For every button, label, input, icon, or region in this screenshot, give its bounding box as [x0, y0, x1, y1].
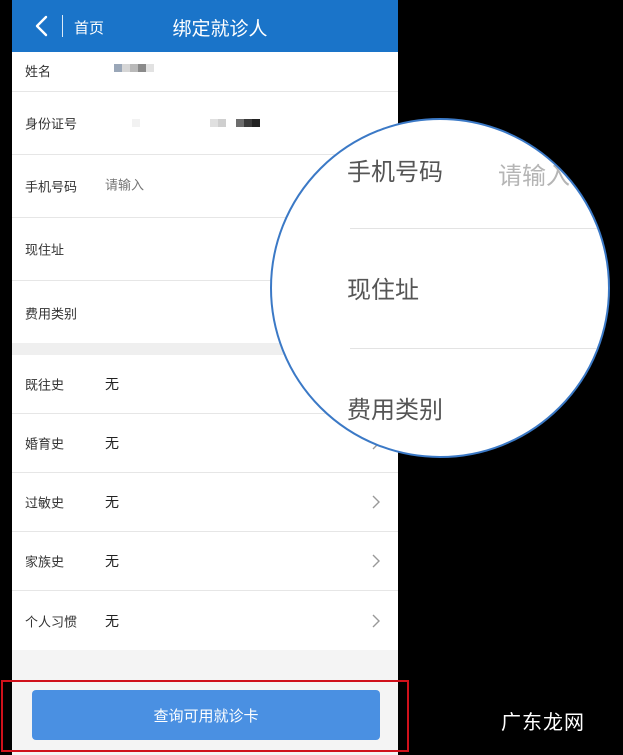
- address-label: 现住址: [25, 243, 65, 259]
- top-navbar: 首页 绑定就诊人: [12, 0, 398, 52]
- magnifier-callout: 手机号码 请输入 现住址 费用类别: [270, 118, 610, 458]
- chevron-right-icon: [372, 614, 380, 627]
- magnified-divider: [350, 228, 608, 229]
- magnified-phone-label: 手机号码: [347, 158, 443, 186]
- history-label: 家族史: [25, 555, 65, 571]
- history-value: 无: [105, 613, 119, 630]
- history-label: 婚育史: [25, 437, 65, 453]
- magnified-address-label: 现住址: [347, 276, 419, 304]
- history-value: 无: [105, 495, 119, 511]
- history-row-habits[interactable]: 个人习惯 无: [12, 591, 398, 650]
- history-label: 过敏史: [25, 496, 65, 512]
- chevron-right-icon: [372, 495, 380, 509]
- phone-input[interactable]: [105, 178, 285, 194]
- id-value-masked: [132, 119, 260, 127]
- history-value: 无: [105, 436, 119, 452]
- history-row-family[interactable]: 家族史 无: [12, 532, 398, 591]
- fee-label: 费用类别: [25, 307, 78, 322]
- magnified-fee-label: 费用类别: [347, 396, 443, 424]
- history-label: 个人习惯: [25, 615, 78, 630]
- query-card-button[interactable]: 查询可用就诊卡: [32, 690, 380, 740]
- page-title: 绑定就诊人: [172, 18, 268, 40]
- id-label: 身份证号: [25, 117, 78, 133]
- chevron-right-icon: [372, 554, 380, 568]
- history-row-allergy[interactable]: 过敏史 无: [12, 473, 398, 532]
- history-value: 无: [105, 554, 119, 570]
- magnified-phone-placeholder: 请输入: [498, 162, 570, 190]
- history-label: 既往史: [25, 378, 65, 394]
- magnified-divider: [350, 348, 608, 349]
- name-row: 姓名: [12, 52, 398, 92]
- phone-label: 手机号码: [25, 180, 78, 196]
- name-value-masked: [114, 64, 154, 72]
- id-row: 身份证号: [12, 92, 398, 155]
- name-label: 姓名: [25, 65, 52, 80]
- history-value: 无: [105, 377, 119, 393]
- watermark-text: 广东龙网: [501, 710, 585, 734]
